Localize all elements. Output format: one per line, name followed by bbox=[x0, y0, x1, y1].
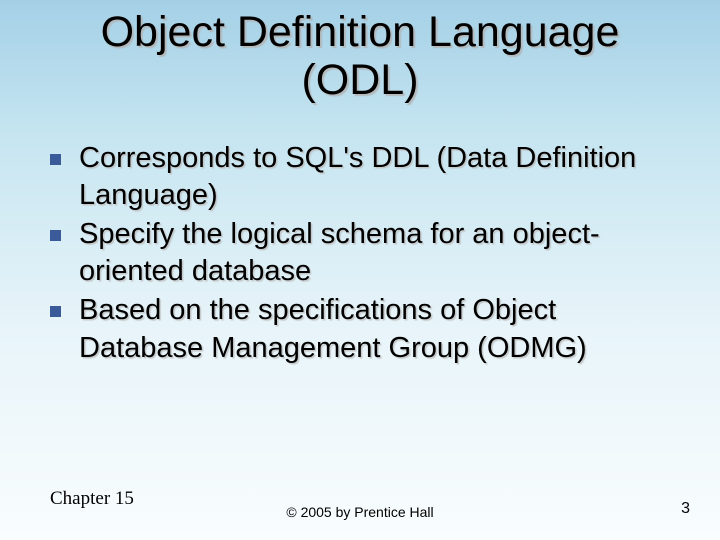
slide-body: Corresponds to SQL's DDL (Data Definitio… bbox=[50, 140, 684, 369]
square-bullet-icon bbox=[50, 230, 61, 241]
bullet-text: Based on the specifications of Object Da… bbox=[79, 292, 684, 366]
title-line-1: Object Definition Language bbox=[101, 8, 620, 56]
slide-title: Object Definition Language (ODL) bbox=[0, 8, 720, 104]
footer-page-number: 3 bbox=[681, 500, 690, 518]
bullet-text: Corresponds to SQL's DDL (Data Definitio… bbox=[79, 140, 684, 214]
title-line-2: (ODL) bbox=[301, 56, 418, 104]
square-bullet-icon bbox=[50, 306, 61, 317]
slide: Object Definition Language (ODL) Corresp… bbox=[0, 0, 720, 540]
list-item: Specify the logical schema for an object… bbox=[50, 216, 684, 290]
footer-copyright: © 2005 by Prentice Hall bbox=[0, 504, 720, 520]
square-bullet-icon bbox=[50, 154, 61, 165]
list-item: Corresponds to SQL's DDL (Data Definitio… bbox=[50, 140, 684, 214]
list-item: Based on the specifications of Object Da… bbox=[50, 292, 684, 366]
bullet-text: Specify the logical schema for an object… bbox=[79, 216, 684, 290]
slide-footer: Chapter 15 © 2005 by Prentice Hall 3 bbox=[0, 480, 720, 520]
